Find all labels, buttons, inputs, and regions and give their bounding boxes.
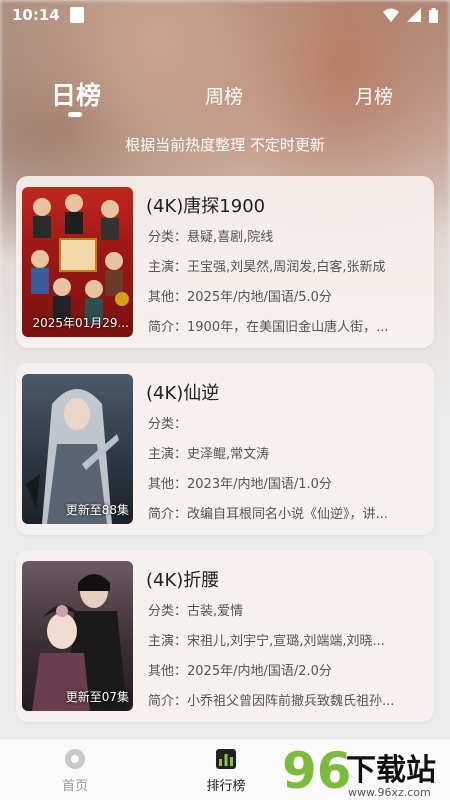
item-category: 分类：: [148, 417, 188, 432]
watermark-logo: 96 下载站 www.96xz.com: [282, 742, 436, 800]
svg-text:www.96xz.com: www.96xz.com: [348, 786, 431, 799]
item-summary: 简介：小乔祖父曾因阵前撤兵致魏氏祖孙...: [148, 694, 395, 709]
item-other: 其他：2025年/内地/国语/2.0分: [148, 664, 332, 679]
item-category: 分类：古装,爱情: [148, 604, 244, 619]
item-other: 其他：2023年/内地/国语/1.0分: [148, 477, 332, 492]
item-title[interactable]: (4K)唐探1900: [146, 192, 265, 218]
home-icon: [65, 749, 85, 769]
svg-text:下载站: 下载站: [346, 753, 436, 788]
poster-image: 2025年01月29...: [22, 187, 133, 337]
ranking-icon: [216, 749, 236, 769]
signal-icon: [407, 8, 421, 22]
battery-icon: [429, 7, 438, 23]
item-cast: 主演：史泽鲲,常文涛: [148, 447, 270, 462]
tab-daily[interactable]: 日榜: [48, 76, 104, 112]
ranking-subtitle: 根据当前热度整理 不定时更新: [125, 136, 325, 154]
poster-image: 更新至88集: [22, 374, 133, 524]
nav-home[interactable]: 首页: [45, 747, 105, 794]
item-summary: 简介：改编自耳根同名小说《仙逆》，讲...: [148, 507, 388, 522]
item-title[interactable]: (4K)仙逆: [146, 379, 219, 405]
item-category: 分类：悬疑,喜剧,院线: [148, 230, 274, 245]
nav-home-label: 首页: [61, 779, 88, 794]
wifi-icon: [383, 8, 399, 22]
status-bar: 10:14: [0, 0, 450, 30]
item-cast: 主演：王宝强,刘昊然,周润发,白客,张新成: [148, 260, 386, 275]
poster-image: 更新至07集: [22, 561, 133, 711]
list-item[interactable]: 2025年01月29... (4K)唐探1900 分类：悬疑,喜剧,院线 主演：…: [16, 176, 434, 348]
active-tab-indicator: [68, 112, 82, 117]
item-other: 其他：2025年/内地/国语/5.0分: [148, 290, 332, 305]
list-item[interactable]: 更新至88集 (4K)仙逆 分类： 主演：史泽鲲,常文涛 其他：2023年/内地…: [16, 363, 434, 535]
release-date-badge: 2025年01月29...: [32, 316, 129, 330]
tab-weekly[interactable]: 周榜: [196, 82, 252, 109]
item-summary: 简介：1900年，在美国旧金山唐人街，...: [148, 320, 389, 335]
episode-badge: 更新至07集: [65, 690, 129, 704]
item-cast: 主演：宋祖儿,刘宇宁,宣璐,刘端端,刘晓...: [148, 634, 385, 649]
list-item[interactable]: 更新至07集 (4K)折腰 分类：古装,爱情 主演：宋祖儿,刘宇宁,宣璐,刘端端…: [16, 550, 434, 722]
nav-ranking[interactable]: 排行榜: [196, 747, 256, 794]
notification-icon: [69, 7, 84, 23]
status-time: 10:14: [12, 6, 60, 24]
nav-ranking-label: 排行榜: [206, 779, 246, 794]
episode-badge: 更新至88集: [65, 503, 129, 517]
svg-text:96: 96: [282, 742, 352, 800]
tab-monthly[interactable]: 月榜: [346, 82, 402, 109]
item-title[interactable]: (4K)折腰: [146, 566, 219, 592]
site-watermark: 96 下载站 www.96xz.com: [282, 742, 450, 800]
